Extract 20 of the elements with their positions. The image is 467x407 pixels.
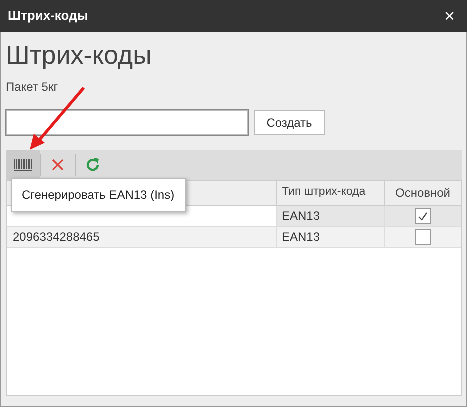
barcode-type: EAN13 xyxy=(282,229,320,246)
barcode-input-field[interactable] xyxy=(6,110,248,135)
column-header[interactable]: Тип штрих-кода xyxy=(277,181,385,205)
generate-barcode-button[interactable] xyxy=(6,150,40,180)
close-button[interactable]: × xyxy=(440,7,459,25)
page-heading: Штрих-коды xyxy=(6,39,153,72)
column-header[interactable]: Основной xyxy=(385,181,461,205)
main-checkbox[interactable] xyxy=(415,208,431,224)
product-name: Пакет 5кг xyxy=(6,79,60,96)
barcode-type: EAN13 xyxy=(282,208,320,225)
table-row[interactable]: 2096334288465 EAN13 xyxy=(7,227,461,248)
barcode-icon xyxy=(13,158,33,172)
create-button[interactable]: Создать xyxy=(254,110,325,135)
check-icon xyxy=(418,212,428,220)
main-checkbox[interactable] xyxy=(415,229,431,245)
close-icon xyxy=(51,158,65,172)
tooltip: Сгенерировать EAN13 (Ins) xyxy=(11,178,186,212)
refresh-icon xyxy=(85,157,101,173)
barcode-value: 2096334288465 xyxy=(13,229,100,246)
window-title: Штрих-коды xyxy=(8,7,88,26)
